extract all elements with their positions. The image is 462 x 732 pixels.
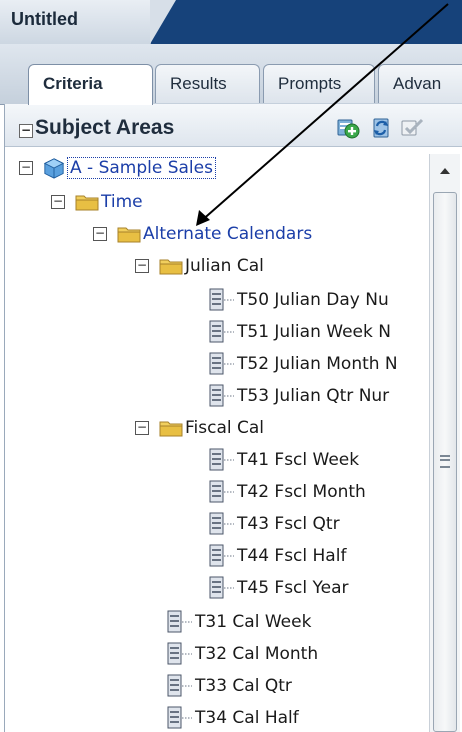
vertical-scrollbar[interactable] — [429, 154, 460, 732]
tab-prompts-label: Prompts — [278, 74, 342, 93]
chevron-up-icon — [440, 168, 450, 174]
folder-icon — [159, 421, 183, 437]
tree-subject-area[interactable]: − A - Sample Sales — [19, 153, 216, 183]
tree-item-label: T53 Julian Qtr Nur — [237, 386, 390, 406]
tree-column-item[interactable]: T41 Fscl Week — [209, 445, 359, 475]
column-icon — [209, 288, 234, 311]
panel-header: − Subject Areas — [5, 104, 462, 147]
tree-item-label: T44 Fscl Half — [237, 546, 347, 566]
refresh-icon[interactable] — [368, 116, 394, 140]
tree-column-item[interactable]: T51 Julian Week N — [209, 317, 391, 347]
subject-areas-panel: − Subject Areas − A - Sample Sales − Time − A… — [4, 104, 462, 732]
column-icon — [209, 544, 234, 567]
tree-column-item[interactable]: T33 Cal Qtr — [167, 671, 292, 701]
column-icon — [209, 576, 234, 599]
tree-item-label: T50 Julian Day Nu — [237, 290, 389, 310]
tree-item-label: Time — [101, 192, 143, 212]
tree-column-item[interactable]: T31 Cal Week — [167, 607, 311, 637]
title-bar: Untitled — [0, 0, 462, 44]
folder-icon — [159, 259, 183, 275]
column-icon — [209, 448, 234, 471]
tab-prompts[interactable]: Prompts — [263, 64, 375, 103]
column-icon — [209, 384, 234, 407]
tab-strip: Advan Prompts Results Criteria — [0, 44, 462, 105]
tree-item-label: A - Sample Sales — [67, 157, 216, 179]
tree-item-label: Alternate Calendars — [143, 224, 313, 244]
column-icon — [167, 706, 192, 729]
scroll-thumb[interactable] — [433, 192, 457, 732]
tab-advanced[interactable]: Advan — [378, 64, 462, 103]
scroll-up-button[interactable] — [430, 154, 460, 188]
collapse-toggle-icon[interactable]: − — [93, 227, 107, 241]
folder-icon — [75, 195, 99, 211]
tree-column-item[interactable]: T52 Julian Month N — [209, 349, 398, 379]
column-icon — [209, 512, 234, 535]
tree-item-label: Julian Cal — [185, 256, 264, 276]
collapse-toggle-icon[interactable]: − — [135, 421, 149, 435]
tree-folder-item[interactable]: − Julian Cal — [135, 251, 264, 281]
subject-area-cube-icon — [43, 158, 65, 179]
column-icon — [209, 352, 234, 375]
tree-column-item[interactable]: T45 Fscl Year — [209, 573, 349, 603]
tree-column-item[interactable]: T50 Julian Day Nu — [209, 285, 389, 315]
panel-title: Subject Areas — [35, 116, 175, 139]
tree-column-item[interactable]: T44 Fscl Half — [209, 541, 346, 571]
tree-item-label: T52 Julian Month N — [237, 354, 398, 374]
tree-item-label: T33 Cal Qtr — [195, 676, 292, 696]
tree-item-label: T43 Fscl Qtr — [237, 514, 340, 534]
column-icon — [167, 610, 192, 633]
tree-column-item[interactable]: T42 Fscl Month — [209, 477, 366, 507]
tree-item-label: T31 Cal Week — [195, 612, 312, 632]
tree-folder-item[interactable]: − Fiscal Cal — [135, 413, 264, 443]
collapse-toggle-icon[interactable]: − — [19, 161, 33, 175]
tab-criteria-label: Criteria — [43, 74, 103, 93]
document-tab-label: Untitled — [11, 9, 78, 29]
tree-item-label: T45 Fscl Year — [237, 578, 349, 598]
tree-item-label: T51 Julian Week N — [237, 322, 391, 342]
tab-results[interactable]: Results — [155, 64, 260, 103]
tree-folder-item[interactable]: − Time — [51, 187, 143, 217]
tab-advanced-label: Advan — [393, 74, 442, 93]
document-tab[interactable]: Untitled — [0, 0, 176, 44]
tree-folder-item[interactable]: − Alternate Calendars — [93, 219, 312, 249]
tree-column-item[interactable]: T43 Fscl Qtr — [209, 509, 340, 539]
tree-item-label: T42 Fscl Month — [237, 482, 366, 502]
tab-results-label: Results — [170, 74, 227, 93]
properties-icon[interactable] — [400, 116, 426, 140]
collapse-toggle-icon[interactable]: − — [135, 259, 149, 273]
tree-column-item[interactable]: T53 Julian Qtr Nur — [209, 381, 389, 411]
scroll-grip-icon — [440, 455, 450, 468]
tree-item-label: T32 Cal Month — [195, 644, 319, 664]
tree-item-label: T41 Fscl Week — [237, 450, 360, 470]
subject-areas-tree: − A - Sample Sales − Time − Alternate Calenda… — [5, 148, 423, 732]
add-icon[interactable] — [335, 116, 361, 140]
tab-criteria[interactable]: Criteria — [28, 64, 153, 105]
column-icon — [209, 480, 234, 503]
folder-icon — [117, 227, 141, 243]
column-icon — [209, 320, 234, 343]
collapse-toggle-icon[interactable]: − — [51, 195, 65, 209]
tree-item-label: T34 Cal Half — [195, 708, 299, 728]
tree-item-label: Fiscal Cal — [185, 418, 265, 438]
tree-column-item[interactable]: T32 Cal Month — [167, 639, 318, 669]
column-icon — [167, 674, 192, 697]
column-icon — [167, 642, 192, 665]
tree-column-item[interactable]: T34 Cal Half — [167, 703, 299, 732]
collapse-panel-button[interactable]: − — [19, 124, 33, 138]
